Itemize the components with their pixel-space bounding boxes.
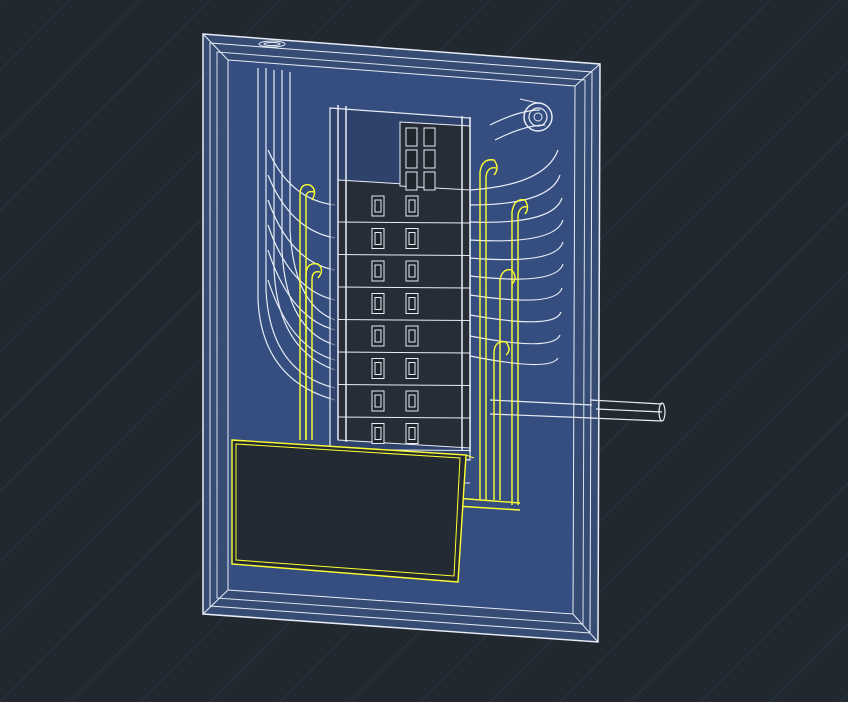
breaker[interactable] — [423, 149, 436, 169]
model-space-canvas[interactable] — [0, 0, 848, 702]
grid-line — [699, 552, 848, 702]
breaker[interactable] — [405, 260, 419, 282]
breaker[interactable] — [423, 171, 436, 191]
breaker[interactable] — [405, 149, 418, 169]
breaker[interactable] — [371, 195, 385, 217]
breaker[interactable] — [371, 293, 385, 314]
cad-viewport[interactable] — [0, 0, 848, 702]
breaker[interactable] — [405, 195, 419, 217]
breaker[interactable] — [405, 171, 418, 191]
breaker[interactable] — [405, 293, 419, 314]
breaker[interactable] — [405, 358, 419, 379]
breaker[interactable] — [405, 228, 419, 249]
breaker[interactable] — [371, 228, 385, 249]
breaker[interactable] — [371, 325, 385, 347]
breaker[interactable] — [405, 423, 419, 444]
grid-line — [629, 482, 848, 702]
grid-line — [769, 623, 848, 702]
breaker[interactable] — [423, 127, 436, 147]
breaker[interactable] — [371, 358, 385, 379]
breaker[interactable] — [371, 423, 385, 444]
breaker[interactable] — [371, 260, 385, 282]
breaker[interactable] — [405, 127, 418, 147]
selected-terminal-block[interactable] — [231, 439, 475, 583]
grid-line — [839, 693, 848, 702]
breaker[interactable] — [405, 390, 419, 412]
breaker[interactable] — [405, 325, 419, 347]
breaker-rail[interactable] — [329, 105, 471, 461]
breaker[interactable] — [371, 390, 385, 412]
